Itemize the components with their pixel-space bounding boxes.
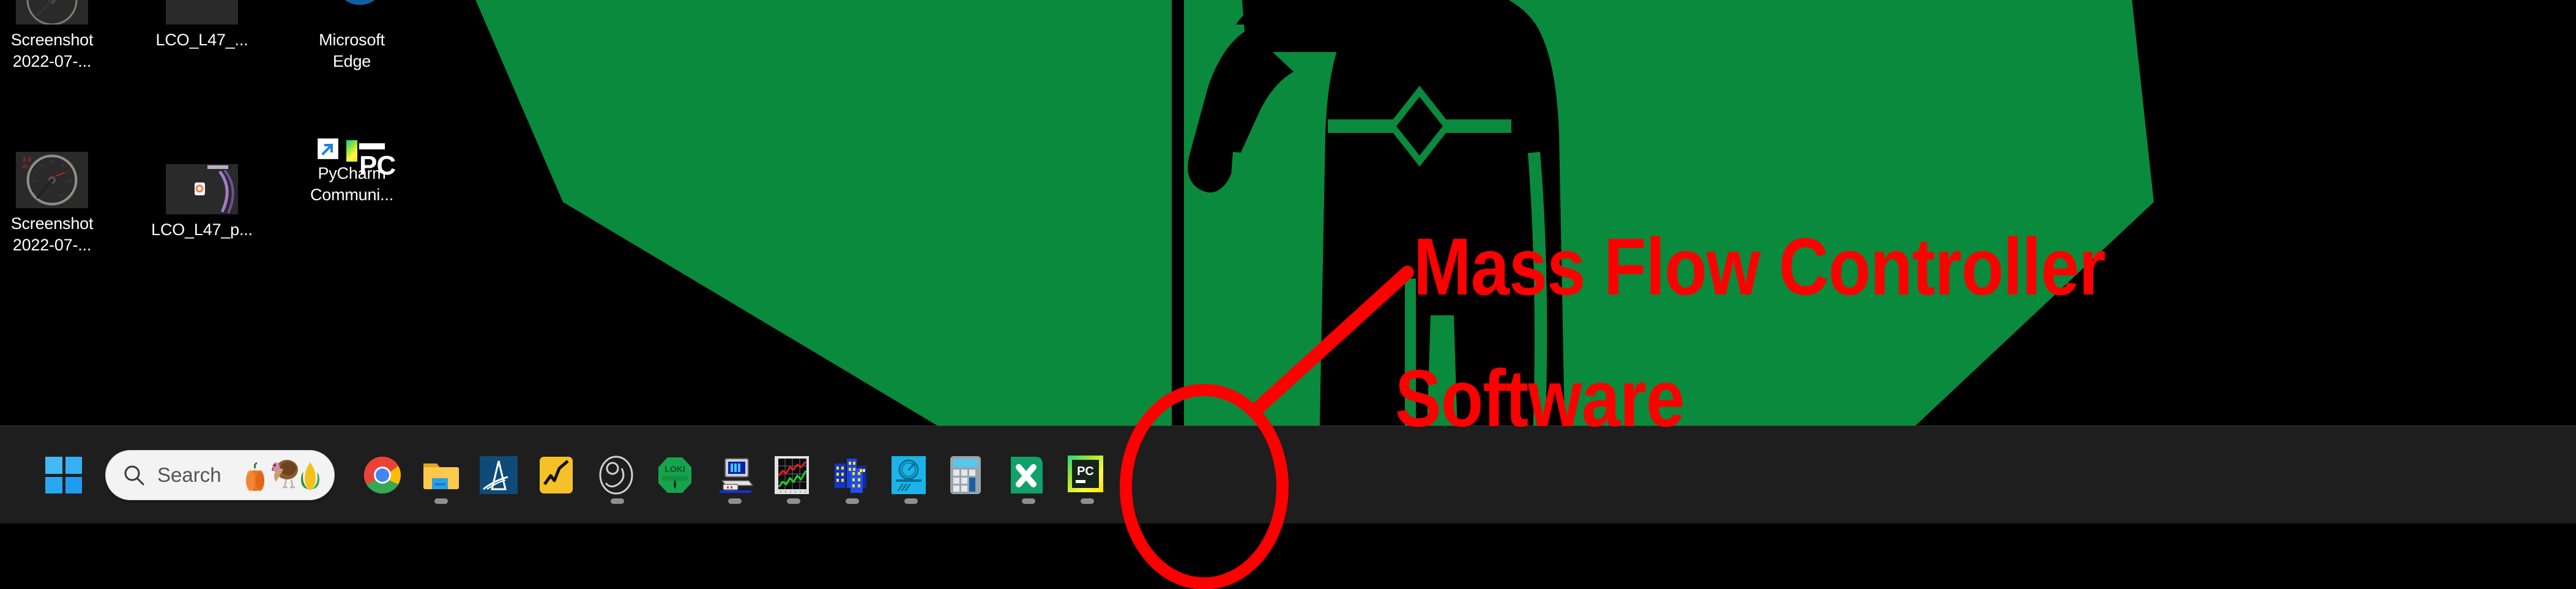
svg-text:800: 800 (59, 194, 66, 198)
desktop-icon-label: Screenshot 2022-07-... (10, 31, 94, 70)
search-placeholder: Search (157, 463, 221, 486)
running-indicator (728, 498, 742, 504)
desktop-icon-label: Microsoft Edge (319, 31, 385, 70)
loki-octagon-icon: LOKI (656, 455, 696, 495)
photo-thumbnail-icon (166, 164, 238, 214)
svg-text:3.9: 3.9 (22, 156, 31, 163)
svg-text:PC: PC (1077, 465, 1094, 478)
desktop-icon-microsoft-edge[interactable]: Microsoft Edge (275, 0, 428, 72)
desktop-icon-screenshot-1[interactable]: 3.9 Screenshot 2022-07-... (0, 0, 128, 72)
search-icon (122, 463, 146, 487)
running-indicator (1081, 498, 1094, 504)
edge-icon (316, 0, 388, 27)
taskbar-app-chart-recorder[interactable] (764, 441, 823, 509)
taskbar-app-graph-plotter[interactable] (529, 441, 588, 509)
desktop-icon-pycharm[interactable]: PC PyCharm Communi... (275, 138, 428, 205)
line-chart-icon (773, 455, 814, 495)
taskbar-app-loki[interactable]: LOKI (647, 441, 705, 509)
shortcut-arrow-icon (318, 138, 338, 159)
desktop-icon-grid: 3.9 Screenshot 2022-07-... LCO_L47_... (0, 0, 465, 343)
svg-text:IN: IN (22, 163, 28, 170)
svg-text:500: 500 (31, 179, 38, 184)
taskbar-app-excel[interactable] (999, 441, 1058, 509)
svg-text:400: 400 (66, 179, 73, 184)
excel-x-icon (1008, 455, 1049, 495)
windows-logo-icon (45, 457, 82, 493)
desktop-icon-lco-1[interactable]: LCO_L47_... (125, 0, 278, 51)
taskbar-app-obs[interactable] (588, 441, 647, 509)
yellow-graph-icon (538, 455, 579, 495)
turkey-icon (272, 460, 298, 489)
city-buildings-icon (832, 455, 873, 495)
pycharm-icon: PC (318, 138, 396, 179)
taskbar-app-chrome[interactable] (353, 441, 412, 509)
taskbar-center-cluster: Search LOKI PC (37, 426, 1117, 524)
taskbar-app-pressure-gauge[interactable] (882, 441, 940, 509)
svg-text:100: 100 (38, 163, 45, 168)
screenshot-thumbnail-icon: 100600300 500400900 800 3.9 IN (16, 152, 88, 208)
desktop-screen: 3.9 Screenshot 2022-07-... LCO_L47_... (0, 0, 2576, 589)
taskbar[interactable]: Search LOKI PC (0, 426, 2576, 523)
folder-icon (421, 455, 461, 495)
running-indicator (904, 498, 918, 504)
taskbar-app-pycharm[interactable]: PC (1058, 441, 1117, 509)
taskbar-app-mass-flow-controller[interactable] (705, 441, 764, 509)
annotation-text-line-1: Mass Flow Controller (1413, 222, 2106, 312)
pycharm-icon: PC (1067, 455, 1107, 495)
pumpkin-icon (246, 462, 264, 491)
running-indicator (787, 498, 800, 504)
search-input[interactable]: Search (105, 450, 335, 500)
desktop-icon-screenshot-2[interactable]: 100600300 500400900 800 3.9 IN Screensho… (0, 152, 128, 255)
running-indicator (434, 498, 448, 504)
start-button[interactable] (37, 441, 91, 509)
svg-text:LOKI: LOKI (664, 464, 685, 474)
svg-text:300: 300 (60, 163, 67, 168)
taskbar-app-city-monitor[interactable] (823, 441, 882, 509)
taskbar-app-list: LOKI PC (353, 441, 1117, 509)
running-indicator (611, 498, 624, 504)
screenshot-thumbnail-icon: 3.9 (16, 0, 88, 24)
desktop-icon-label: Screenshot 2022-07-... (10, 214, 94, 254)
taskbar-app-calculator[interactable] (940, 441, 999, 509)
blue-gauge-icon (891, 455, 931, 495)
running-indicator (846, 498, 859, 504)
taskbar-app-file-explorer[interactable] (412, 441, 471, 509)
corn-icon (301, 462, 319, 490)
desktop-icon-label: PyCharm Communi... (310, 164, 394, 204)
desktop-icon-label: LCO_L47_p... (151, 220, 253, 239)
origin-icon (480, 455, 520, 495)
annotation-text-line-2: Software (1395, 353, 1684, 443)
retro-computer-icon (715, 455, 755, 495)
photo-thumbnail-icon (166, 0, 238, 24)
desktop-icon-lco-2[interactable]: LCO_L47_p... (125, 164, 278, 241)
search-emoji-group (244, 457, 321, 493)
calculator-icon (950, 455, 990, 495)
running-indicator (1022, 498, 1035, 504)
desktop-icon-label: LCO_L47_... (155, 31, 248, 49)
svg-text:600: 600 (49, 160, 56, 164)
obs-icon (597, 455, 638, 495)
taskbar-app-origin[interactable] (471, 441, 529, 509)
chrome-icon (362, 455, 403, 495)
